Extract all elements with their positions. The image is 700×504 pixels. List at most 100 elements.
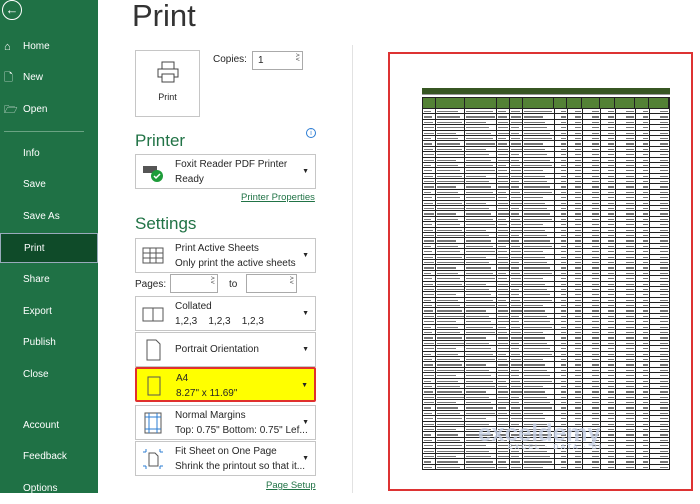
paper-size-title: A4 bbox=[176, 373, 189, 384]
preview-cell bbox=[583, 378, 601, 383]
sidebar-item-info[interactable]: Info bbox=[0, 139, 98, 169]
scaling-dropdown[interactable]: Fit Sheet on One Page Shrink the printou… bbox=[135, 441, 316, 476]
preview-cell bbox=[497, 157, 511, 162]
preview-cell bbox=[436, 216, 466, 222]
preview-cell bbox=[523, 286, 555, 292]
preview-cell bbox=[568, 367, 584, 373]
preview-cell bbox=[555, 173, 568, 179]
sidebar-item-export[interactable]: Export bbox=[0, 297, 98, 327]
collated-icon bbox=[142, 307, 164, 322]
info-icon[interactable]: i bbox=[306, 128, 316, 138]
sidebar-item-save[interactable]: Save bbox=[0, 170, 98, 200]
sidebar-item-options[interactable]: Options bbox=[0, 474, 98, 504]
preview-cell bbox=[650, 437, 670, 443]
preview-cell bbox=[568, 383, 584, 389]
sidebar-item-home[interactable]: ⌂ Home bbox=[0, 32, 98, 62]
preview-cell bbox=[510, 206, 524, 211]
preview-cell bbox=[465, 227, 498, 232]
preview-cell bbox=[436, 173, 466, 179]
preview-cell bbox=[523, 146, 555, 152]
preview-cell bbox=[423, 362, 436, 367]
preview-cell bbox=[650, 216, 670, 222]
collation-dropdown[interactable]: Collated 1,2,3 1,2,3 1,2,3 ▼ bbox=[135, 296, 316, 331]
preview-cell bbox=[497, 119, 511, 125]
preview-cell bbox=[601, 125, 616, 130]
preview-cell bbox=[436, 313, 466, 319]
preview-cell bbox=[523, 109, 555, 114]
preview-cell bbox=[423, 443, 436, 448]
preview-cell bbox=[650, 249, 670, 254]
preview-cell bbox=[616, 222, 636, 227]
sidebar-item-new[interactable]: 🗋 New bbox=[0, 63, 98, 93]
preview-cell bbox=[616, 157, 636, 162]
preview-cell bbox=[555, 362, 568, 367]
preview-cell bbox=[568, 189, 584, 195]
preview-cell bbox=[510, 249, 524, 254]
preview-cell bbox=[465, 265, 498, 270]
settings-heading: Settings bbox=[135, 214, 197, 233]
preview-cell bbox=[616, 383, 636, 389]
preview-cell bbox=[436, 189, 466, 195]
preview-cell bbox=[636, 130, 650, 135]
preview-cell bbox=[650, 346, 670, 351]
orientation-dropdown[interactable]: Portrait Orientation ▼ bbox=[135, 332, 316, 367]
preview-cell bbox=[568, 459, 584, 464]
margins-dropdown[interactable]: Normal Margins Top: 0.75" Bottom: 0.75" … bbox=[135, 405, 316, 440]
portrait-page-icon bbox=[146, 339, 161, 361]
sidebar-item-save-as[interactable]: Save As bbox=[0, 202, 98, 232]
preview-cell bbox=[616, 119, 636, 125]
copies-input[interactable]: 1 bbox=[252, 51, 303, 70]
preview-cell bbox=[555, 378, 568, 383]
printer-properties-link[interactable]: Printer Properties bbox=[241, 192, 315, 203]
print-what-dropdown[interactable]: Print Active Sheets Only print the activ… bbox=[135, 238, 316, 273]
preview-cell bbox=[523, 313, 555, 319]
preview-cell bbox=[616, 227, 636, 232]
preview-cell bbox=[423, 243, 436, 249]
preview-cell bbox=[523, 157, 555, 162]
preview-cell bbox=[436, 437, 466, 443]
printer-dropdown[interactable]: Foxit Reader PDF Printer Ready ▼ bbox=[135, 154, 316, 189]
preview-row bbox=[422, 464, 670, 471]
sidebar-item-feedback[interactable]: Feedback bbox=[0, 442, 98, 472]
preview-cell bbox=[650, 265, 670, 270]
preview-cell bbox=[497, 383, 511, 389]
sidebar-item-publish[interactable]: Publish bbox=[0, 328, 98, 358]
preview-cell bbox=[523, 243, 555, 249]
page-setup-link[interactable]: Page Setup bbox=[266, 480, 316, 491]
preview-cell bbox=[497, 459, 511, 464]
preview-cell bbox=[636, 265, 650, 270]
preview-cell bbox=[568, 454, 584, 459]
sidebar-item-print[interactable]: Print bbox=[0, 233, 98, 263]
preview-cell bbox=[583, 281, 601, 286]
preview-cell bbox=[423, 378, 436, 383]
preview-cell bbox=[568, 125, 584, 130]
print-button[interactable]: Print bbox=[135, 50, 200, 117]
back-arrow-icon[interactable]: ← bbox=[2, 0, 22, 20]
preview-cell bbox=[601, 324, 616, 330]
preview-cell bbox=[523, 211, 555, 216]
sidebar-item-open[interactable]: 🗁 Open bbox=[0, 95, 98, 125]
paper-size-dropdown[interactable]: A4 8.27" x 11.69" ▼ bbox=[135, 367, 316, 402]
preview-cell bbox=[523, 276, 555, 281]
preview-cell bbox=[555, 265, 568, 270]
preview-cell bbox=[616, 443, 636, 448]
preview-cell bbox=[497, 265, 511, 270]
preview-cell bbox=[436, 162, 466, 168]
preview-cell bbox=[636, 195, 650, 200]
preview-cell bbox=[601, 378, 616, 383]
preview-cell bbox=[636, 114, 650, 119]
preview-cell bbox=[555, 259, 568, 265]
sidebar-item-share[interactable]: Share bbox=[0, 265, 98, 295]
printer-heading: Printer bbox=[135, 131, 186, 150]
preview-cell bbox=[568, 243, 584, 249]
preview-cell bbox=[650, 432, 670, 437]
preview-cell bbox=[616, 238, 636, 243]
pages-from-input[interactable] bbox=[170, 274, 218, 293]
sidebar-item-account[interactable]: Account bbox=[0, 411, 98, 441]
preview-cell bbox=[568, 157, 584, 162]
sidebar-item-close[interactable]: Close bbox=[0, 360, 98, 390]
preview-cell bbox=[423, 432, 436, 437]
fit-page-icon bbox=[143, 449, 163, 469]
pages-to-input[interactable] bbox=[246, 274, 297, 293]
preview-cell bbox=[601, 249, 616, 254]
